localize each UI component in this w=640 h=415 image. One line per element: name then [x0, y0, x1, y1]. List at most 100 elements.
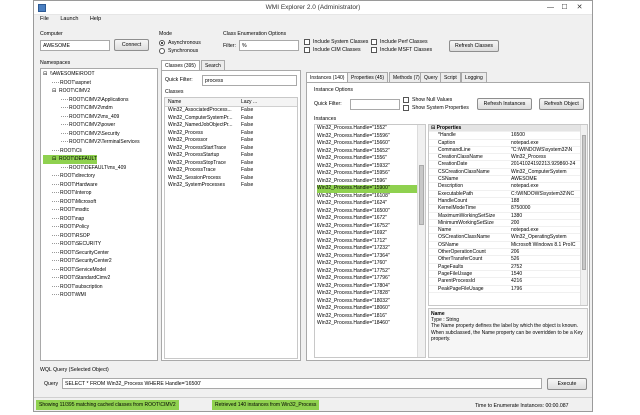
namespace-node[interactable]: ROOT\Policy [43, 223, 157, 232]
tab-properties[interactable]: Properties (45) [347, 72, 389, 82]
class-row[interactable]: Win32_AssociatedProcess... False [165, 107, 297, 115]
instance-row[interactable]: Win32_Process.Handle="1596" [317, 178, 417, 186]
class-row[interactable]: Win32_ProcessTrace False [165, 167, 297, 175]
namespace-node[interactable]: ⊟ ROOT\DEFAULT [43, 155, 97, 164]
class-row[interactable]: Win32_SystemProcesses False [165, 182, 297, 190]
namespace-node[interactable]: ROOT\Interop [43, 189, 157, 198]
namespace-node[interactable]: ROOT\SECURITY [43, 240, 157, 249]
namespace-node[interactable]: ROOT\subscription [43, 283, 157, 292]
instance-quick-filter-input[interactable] [350, 99, 400, 110]
namespace-node[interactable]: ROOT\Microsoft [43, 198, 157, 207]
property-row[interactable]: OSName Microsoft Windows 8.1 ProIC [429, 242, 587, 250]
namespace-node[interactable]: ROOT\RSOP [43, 232, 157, 241]
menu-launch[interactable]: Launch [60, 16, 78, 22]
include-perf-checkbox[interactable] [371, 39, 377, 45]
instance-row[interactable]: Win32_Process.Handle="15660" [317, 140, 417, 148]
show-system-checkbox[interactable] [403, 105, 409, 111]
menu-help[interactable]: Help [90, 16, 101, 22]
instance-row[interactable]: Win32_Process.Handle="16108" [317, 193, 417, 201]
instance-row[interactable]: Win32_Process.Handle="15956" [317, 170, 417, 178]
tab-logging[interactable]: Logging [461, 72, 487, 82]
class-row[interactable]: Win32_ProcessStartTrace False [165, 145, 297, 153]
class-row[interactable]: Win32_ProcessStopTrace False [165, 160, 297, 168]
refresh-classes-button[interactable]: Refresh Classes [449, 40, 499, 52]
include-cim-checkbox[interactable] [304, 47, 310, 53]
instances-scrollbar[interactable] [417, 125, 425, 357]
class-row[interactable]: Win32_Processor False [165, 137, 297, 145]
property-row[interactable]: ExecutablePath C:\WINDOWS\system32\NC [429, 191, 587, 198]
namespace-node[interactable]: ROOT\directory [43, 172, 157, 181]
instance-row[interactable]: Win32_Process.Handle="1692" [317, 230, 417, 238]
instance-row[interactable]: Win32_Process.Handle="1816" [317, 313, 417, 321]
instance-row[interactable]: Win32_Process.Handle="1760" [317, 260, 417, 268]
instance-row[interactable]: Win32_Process.Handle="1624" [317, 200, 417, 208]
instance-row[interactable]: Win32_Process.Handle="1556" [317, 155, 417, 163]
property-row[interactable]: MaximumWorkingSetSize 1380 [429, 213, 587, 220]
property-row[interactable]: PageFileUsage 1540 [429, 271, 587, 279]
instance-row[interactable]: Win32_Process.Handle="17364" [317, 253, 417, 261]
namespace-node[interactable]: ROOT\CIMV2\Security [43, 130, 157, 139]
instance-row[interactable]: Win32_Process.Handle="1712" [317, 238, 417, 246]
property-row[interactable]: CreationClassName Win32_Process [429, 154, 587, 162]
menu-file[interactable]: File [40, 16, 49, 22]
namespace-node[interactable]: ROOT\ServiceModel [43, 266, 157, 275]
instance-row[interactable]: Win32_Process.Handle="17828" [317, 290, 417, 298]
computer-input[interactable]: AWESOME [40, 40, 110, 51]
instance-row[interactable]: Win32_Process.Handle="15932" [317, 163, 417, 171]
namespace-node[interactable]: ROOT\nap [43, 215, 157, 224]
show-null-checkbox[interactable] [403, 97, 409, 103]
class-filter-input[interactable]: % [239, 40, 299, 51]
namespace-node[interactable]: ROOT\CIMV2\TerminalServices [43, 138, 157, 147]
namespace-node[interactable]: ROOT\msdtc [43, 206, 157, 215]
property-row[interactable]: KernelModeTime 8750000 [429, 205, 587, 213]
properties-scrollbar[interactable] [580, 125, 587, 305]
include-msft-checkbox[interactable] [371, 47, 377, 53]
namespace-node[interactable]: ROOT\Cli [43, 147, 157, 156]
property-row[interactable]: PeakPageFileUsage 1796 [429, 286, 587, 293]
namespace-node[interactable]: ⊟ \\AWESOME\ROOT [43, 70, 157, 79]
class-row[interactable]: Win32_ComputerSystemPr... False [165, 115, 297, 123]
namespace-node[interactable]: ROOT\CIMV2\Applications [43, 96, 157, 105]
async-radio[interactable] [159, 40, 165, 46]
property-row[interactable]: CreationDate 20141024192213.929860-24 [429, 161, 587, 169]
property-row[interactable]: CSName AWESOME [429, 176, 587, 184]
instance-row[interactable]: Win32_Process.Handle="17752" [317, 268, 417, 276]
instance-row[interactable]: Win32_Process.Handle="15652" [317, 148, 417, 156]
class-row[interactable]: Win32_SessionProcess False [165, 175, 297, 183]
instance-row[interactable]: Win32_Process.Handle="15900" [317, 185, 417, 193]
namespace-node[interactable]: ROOT\Hardware [43, 181, 157, 190]
namespace-node[interactable]: ROOT\DEFAULT\ms_409 [43, 164, 157, 173]
property-row[interactable]: OtherOperationCount 206 [429, 249, 587, 257]
instance-row[interactable]: Win32_Process.Handle="15596" [317, 133, 417, 141]
namespace-node[interactable]: ROOT\CIMV2\ms_409 [43, 113, 157, 122]
property-row[interactable]: CSCreationClassName Win32_ComputerSystem [429, 169, 587, 177]
instance-row[interactable]: Win32_Process.Handle="17232" [317, 245, 417, 253]
property-row[interactable]: Description notepad.exe [429, 183, 587, 191]
property-row[interactable]: ParentProcessId 4216 [429, 278, 587, 286]
tab-query[interactable]: Query [420, 72, 442, 82]
instance-row[interactable]: Win32_Process.Handle="16500" [317, 208, 417, 216]
namespace-node[interactable]: ROOT\SecurityCenter [43, 249, 157, 258]
connect-button[interactable]: Connect [114, 39, 149, 51]
tab-methods[interactable]: Methods (7) [389, 72, 424, 82]
refresh-instances-button[interactable]: Refresh Instances [477, 98, 532, 110]
namespace-node[interactable]: ROOT\aspnet [43, 79, 157, 88]
class-row[interactable]: Win32_NamedJobObjectPr... False [165, 122, 297, 130]
minimize-button[interactable]: — [545, 3, 556, 12]
property-row[interactable]: Name notepad.exe [429, 227, 587, 235]
col-lazy-header[interactable]: Lazy ... [241, 98, 257, 107]
instance-row[interactable]: Win32_Process.Handle="18032" [317, 298, 417, 306]
namespace-node[interactable]: ROOT\SecurityCenter2 [43, 257, 157, 266]
property-row[interactable]: OSCreationClassName Win32_OperatingSystem [429, 234, 587, 242]
execute-button[interactable]: Execute [547, 378, 587, 390]
instance-row[interactable]: Win32_Process.Handle="1552" [317, 125, 417, 133]
sync-radio[interactable] [159, 48, 165, 54]
collapse-toggle-icon[interactable]: ⊟ [43, 70, 50, 79]
tab-script[interactable]: Script [440, 72, 461, 82]
namespace-node[interactable]: ROOT\StandardCimv2 [43, 274, 157, 283]
instance-row[interactable]: Win32_Process.Handle="17804" [317, 283, 417, 291]
maximize-button[interactable]: ☐ [559, 3, 570, 12]
class-row[interactable]: Win32_ProcessStartup False [165, 152, 297, 160]
class-row[interactable]: Win32_Process False [165, 130, 297, 138]
property-row[interactable]: OtherTransferCount 526 [429, 256, 587, 264]
